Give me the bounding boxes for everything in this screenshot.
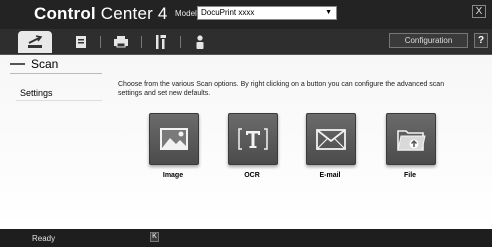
image-icon bbox=[160, 128, 188, 150]
file-scan-button[interactable] bbox=[386, 113, 436, 165]
model-value: DocuPrint xxxx bbox=[201, 8, 255, 17]
ocr-icon bbox=[238, 128, 268, 150]
app-title: Control Center 4 bbox=[34, 4, 168, 24]
scan-description: Choose from the various Scan options. By… bbox=[118, 81, 445, 97]
divider bbox=[16, 100, 102, 101]
ocr-scan-button[interactable] bbox=[228, 113, 278, 165]
status-bar: Ready K bbox=[0, 229, 492, 247]
divider bbox=[10, 73, 102, 74]
email-scan-button[interactable] bbox=[306, 113, 356, 165]
chevron-down-icon: ▼ bbox=[325, 9, 332, 16]
scan-panel: Scan Settings Choose from the various Sc… bbox=[0, 55, 492, 229]
tab-device[interactable] bbox=[104, 31, 138, 53]
model-label: Model bbox=[175, 9, 197, 18]
tab-scan[interactable] bbox=[18, 31, 52, 53]
document-icon bbox=[76, 36, 86, 48]
title-bar: Control Center 4 Model DocuPrint xxxx ▼ … bbox=[0, 0, 492, 29]
tab-divider bbox=[100, 36, 101, 48]
model-dropdown[interactable]: DocuPrint xxxx ▼ bbox=[197, 6, 337, 20]
collapse-handle-icon[interactable] bbox=[10, 63, 25, 65]
settings-link[interactable]: Settings bbox=[20, 88, 53, 98]
file-scan-label: File bbox=[403, 172, 417, 179]
status-text: Ready bbox=[32, 234, 56, 243]
image-scan-button[interactable] bbox=[149, 113, 199, 165]
help-button[interactable]: ? bbox=[474, 33, 488, 48]
tab-device-settings[interactable] bbox=[144, 31, 178, 53]
email-scan-label: E-mail bbox=[319, 172, 341, 179]
tools-icon bbox=[156, 35, 166, 49]
image-scan-label: Image bbox=[162, 172, 184, 179]
envelope-icon bbox=[316, 129, 346, 150]
tab-divider bbox=[180, 36, 181, 48]
tab-support[interactable] bbox=[183, 31, 217, 53]
tab-divider bbox=[141, 36, 142, 48]
section-title: Scan bbox=[10, 57, 58, 71]
close-button[interactable]: X bbox=[472, 5, 486, 18]
tab-pc-fax[interactable] bbox=[64, 31, 98, 53]
control-center-window: Control Center 4 Model DocuPrint xxxx ▼ … bbox=[0, 0, 492, 247]
app-title-bold: Control bbox=[34, 4, 96, 23]
section-title-text: Scan bbox=[31, 57, 59, 71]
status-indicator-icon[interactable]: K bbox=[150, 232, 159, 242]
ocr-scan-label: OCR bbox=[244, 172, 260, 179]
configuration-button[interactable]: Configuration bbox=[389, 33, 468, 48]
folder-icon bbox=[397, 130, 426, 151]
tab-bar: Configuration ? bbox=[0, 29, 492, 55]
printer-icon bbox=[114, 36, 128, 48]
scan-icon bbox=[28, 35, 43, 48]
person-icon bbox=[196, 35, 204, 49]
app-title-rest: Center 4 bbox=[95, 4, 168, 23]
